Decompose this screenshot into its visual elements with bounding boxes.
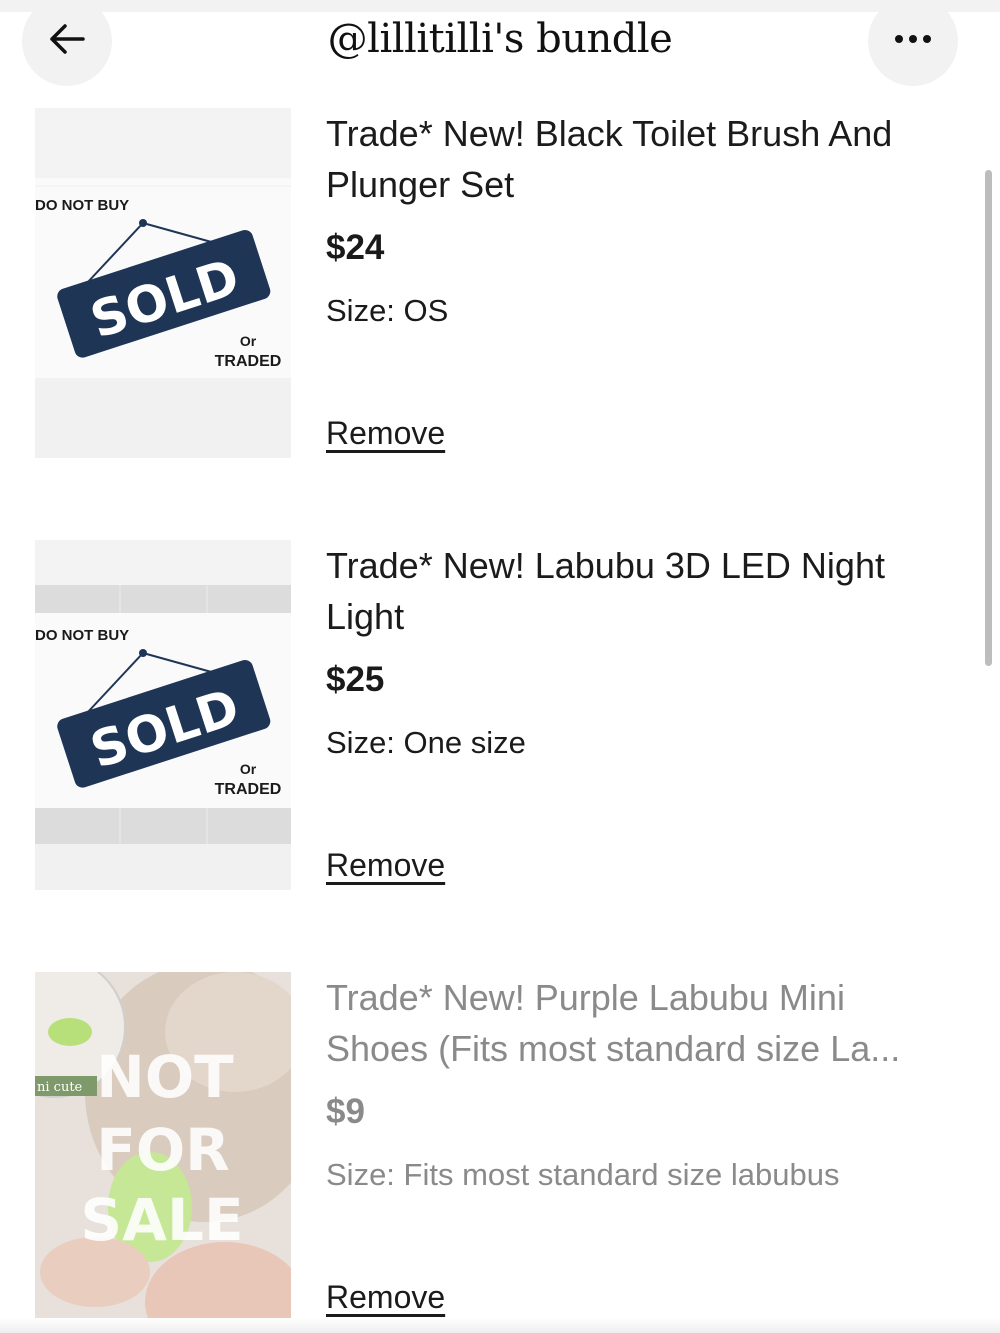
page-title: @lillitilli's bundle <box>327 16 673 62</box>
item-info: Trade* New! Labubu 3D LED Night Light $2… <box>326 540 956 762</box>
bundle-item: DO NOT BUY SOLD Or TRADED Trade* New! La… <box>0 540 1000 900</box>
item-thumbnail[interactable]: DO NOT BUY SOLD Or TRADED <box>35 540 291 890</box>
remove-button[interactable]: Remove <box>326 1279 445 1316</box>
item-title[interactable]: Trade* New! Labubu 3D LED Night Light <box>326 540 956 642</box>
item-title-line: Light <box>326 596 405 637</box>
item-price: $24 <box>326 228 385 267</box>
item-title[interactable]: Trade* New! Black Toilet Brush And Plung… <box>326 108 956 210</box>
remove-button[interactable]: Remove <box>326 415 445 452</box>
bundle-item: DO NOT BUY SOLD Or TRADED Trade* New! Bl… <box>0 108 1000 468</box>
traded-text: TRADED <box>215 781 282 798</box>
bottom-edge <box>0 1318 1000 1333</box>
item-title[interactable]: Trade* New! Purple Labubu Mini Shoes (Fi… <box>326 972 956 1074</box>
item-size: Size: One size <box>326 725 526 760</box>
ellipsis-icon <box>891 32 935 50</box>
not-text: NOT <box>96 1043 234 1111</box>
item-title-line: Trade* New! Purple Labubu Mini <box>326 977 845 1018</box>
not-for-sale-image: ni cute NOT FOR SALE <box>35 972 291 1322</box>
bundle-item: ni cute NOT FOR SALE Trade* New! Purple … <box>0 972 1000 1322</box>
item-title-line: Plunger Set <box>326 164 515 205</box>
item-thumbnail[interactable]: ni cute NOT FOR SALE <box>35 972 291 1322</box>
item-title-line: Trade* New! Labubu 3D LED Night <box>326 545 885 586</box>
item-thumbnail[interactable]: DO NOT BUY SOLD Or TRADED <box>35 108 291 458</box>
back-button[interactable] <box>22 0 112 86</box>
more-options-button[interactable] <box>868 0 958 86</box>
sale-text: SALE <box>80 1186 243 1254</box>
item-title-line: Shoes (Fits most standard size La... <box>326 1028 901 1069</box>
item-title-line: Trade* New! Black Toilet Brush And <box>326 113 893 154</box>
sold-sign-image: DO NOT BUY SOLD Or TRADED <box>35 540 291 890</box>
item-price: $25 <box>326 660 385 699</box>
do-not-buy-text: DO NOT BUY <box>35 197 129 214</box>
remove-button[interactable]: Remove <box>326 847 445 884</box>
item-price: $9 <box>326 1092 365 1131</box>
item-size: Size: OS <box>326 293 449 328</box>
cute-tag-text: ni cute <box>37 1080 83 1095</box>
sold-sign-image: DO NOT BUY SOLD Or TRADED <box>35 108 291 458</box>
item-info: Trade* New! Purple Labubu Mini Shoes (Fi… <box>326 972 956 1194</box>
do-not-buy-text: DO NOT BUY <box>35 627 129 644</box>
or-text: Or <box>240 333 257 349</box>
traded-text: TRADED <box>215 353 282 370</box>
arrow-left-icon <box>45 17 89 66</box>
for-text: FOR <box>96 1116 230 1184</box>
item-size: Size: Fits most standard size labubus <box>326 1157 840 1192</box>
item-info: Trade* New! Black Toilet Brush And Plung… <box>326 108 956 330</box>
header: @lillitilli's bundle <box>0 0 1000 100</box>
or-text: Or <box>240 761 257 777</box>
